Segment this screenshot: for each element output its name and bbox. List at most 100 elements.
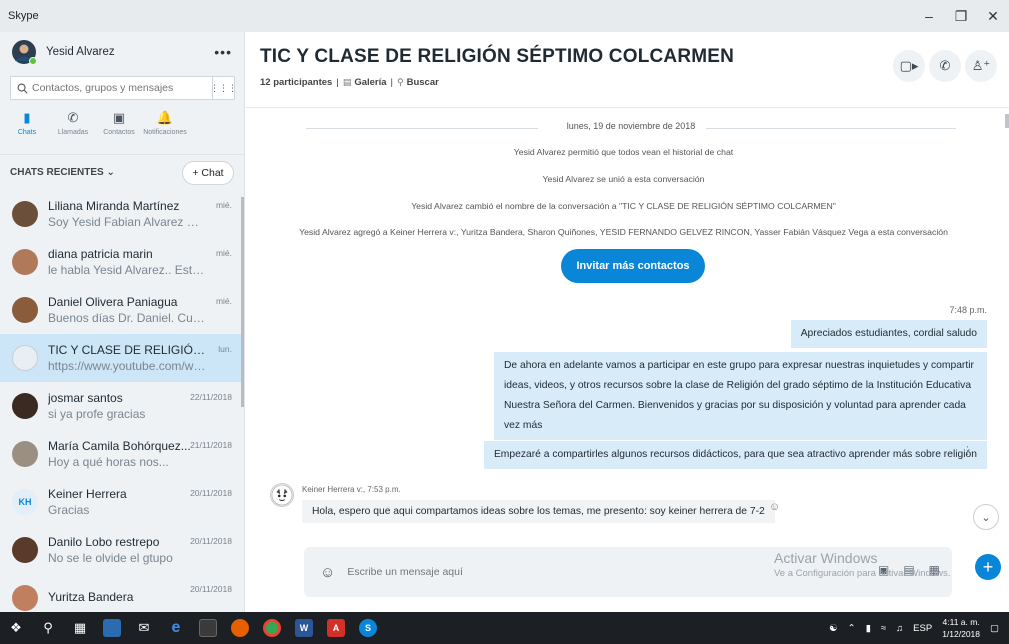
conversation-title[interactable]: TIC Y CLASE DE RELIGIÓN SÉPTIMO COLCARME…: [260, 46, 734, 68]
chat-time: 20/11/2018: [190, 536, 232, 546]
sidebar-scrollbar[interactable]: [241, 197, 244, 407]
emoji-react-icon[interactable]: ☺: [769, 501, 780, 513]
search-conversation-link[interactable]: ⚲ Buscar: [397, 77, 439, 88]
battery-icon[interactable]: ▮: [866, 623, 871, 634]
message-options-icon[interactable]: ⋮: [962, 444, 973, 457]
language-indicator[interactable]: ESP: [913, 623, 932, 634]
add-attachment-button[interactable]: +: [975, 554, 1001, 580]
add-people-button[interactable]: ♙⁺: [965, 50, 997, 82]
chat-name: Yuritza Bandera: [48, 590, 134, 604]
chat-list-item[interactable]: Danilo Lobo restrepo No se le olvide el g…: [0, 526, 244, 574]
watermark-line1: Activar Windows: [774, 550, 878, 566]
keiner-avatar-icon: [270, 483, 294, 507]
message-time: 7:48 p.m.: [949, 305, 987, 315]
task-view-icon[interactable]: ▦: [64, 612, 96, 644]
chat-list-item-active[interactable]: TIC Y CLASE DE RELIGIÓN... https://www.yo…: [0, 334, 244, 382]
mail-icon[interactable]: ✉: [128, 612, 160, 644]
store-icon[interactable]: [192, 612, 224, 644]
profile-area[interactable]: Yesid Alvarez •••: [0, 32, 244, 72]
desktop-icon[interactable]: [96, 612, 128, 644]
outgoing-message[interactable]: Empezaré a compartirles algunos recursos…: [483, 441, 987, 469]
chat-name: Daniel Olivera Paniagua: [48, 295, 178, 309]
participants-link[interactable]: 12 participantes: [260, 77, 332, 88]
avatar: [12, 345, 38, 371]
system-message: Yesid Alvarez permitió que todos vean el…: [513, 147, 734, 157]
chat-list-item[interactable]: diana patricia marin le habla Yesid Alvar…: [0, 238, 244, 286]
outgoing-message[interactable]: De ahora en adelante vamos a participar …: [494, 352, 987, 440]
emoji-icon[interactable]: ☺: [320, 564, 335, 581]
search-row: ⋮⋮⋮: [10, 76, 237, 100]
windows-start-icon[interactable]: ❖: [0, 612, 32, 644]
gallery-link[interactable]: ▤ Galería: [343, 77, 387, 88]
pdf-logo: A: [327, 619, 345, 637]
chat-name: Liliana Miranda Martínez: [48, 199, 180, 213]
clock-date: 1/12/2018: [942, 629, 981, 639]
minimize-button[interactable]: –: [913, 0, 945, 32]
chat-name: Danilo Lobo restrepo: [48, 535, 160, 549]
action-center-icon[interactable]: ▢: [990, 623, 999, 634]
tab-notifications[interactable]: 🔔 Notificaciones: [142, 110, 188, 146]
chat-time: 20/11/2018: [190, 584, 232, 594]
tab-calls-label: Llamadas: [57, 129, 89, 136]
nav-tabs: ▮ Chats ✆ Llamadas ▣ Contactos 🔔 Notific…: [0, 110, 244, 146]
activate-windows-watermark: Activar Windows Ve a Configuración para …: [774, 550, 950, 579]
message-area[interactable]: lunes, 19 de noviembre de 2018 Yesid Alv…: [246, 109, 1001, 537]
tab-chats[interactable]: ▮ Chats: [4, 110, 50, 146]
chat-list-item[interactable]: Daniel Olivera Paniagua Buenos días Dr. D…: [0, 286, 244, 334]
tab-contacts[interactable]: ▣ Contactos: [96, 110, 142, 146]
show-hidden-icons-icon[interactable]: ⌃: [848, 623, 856, 634]
scroll-to-bottom-button[interactable]: ⌄: [973, 504, 999, 530]
outgoing-message[interactable]: Apreciados estudiantes, cordial saludo: [790, 320, 987, 348]
chat-list-item[interactable]: Yuritza Bandera 20/11/2018: [0, 574, 244, 612]
dialpad-icon[interactable]: ⋮⋮⋮: [210, 76, 237, 100]
chat-time: 20/11/2018: [190, 488, 232, 498]
search-input[interactable]: [32, 82, 212, 94]
search-icon[interactable]: ⚲: [32, 612, 64, 644]
volume-icon[interactable]: ♫: [896, 623, 903, 634]
conversation-scrollbar[interactable]: [1005, 114, 1009, 128]
chat-time: mié.: [215, 248, 232, 258]
skype-logo: S: [359, 619, 377, 637]
recent-chats-title[interactable]: CHATS RECIENTES ⌄: [10, 167, 115, 178]
clock-time: 4:11 a. m.: [942, 617, 980, 627]
search-box[interactable]: [10, 76, 213, 100]
chat-list-item[interactable]: María Camila Bohórquez... Hoy a qué horas…: [0, 430, 244, 478]
firefox-icon[interactable]: [224, 612, 256, 644]
new-chat-button[interactable]: + Chat: [182, 161, 234, 185]
more-options-icon[interactable]: •••: [214, 44, 232, 60]
tab-calls[interactable]: ✆ Llamadas: [50, 110, 96, 146]
chat-preview: Soy Yesid Fabian Alvarez Galezo...: [48, 215, 208, 229]
maximize-button[interactable]: ❐: [945, 0, 977, 32]
chat-time: lun.: [218, 344, 232, 354]
plus-icon: +: [982, 556, 994, 577]
audio-call-button[interactable]: ✆: [929, 50, 961, 82]
profile-avatar[interactable]: [12, 40, 37, 65]
incoming-message[interactable]: Hola, espero que aqui compartamos ideas …: [302, 500, 775, 523]
meta-separator: |: [336, 77, 339, 88]
chat-list-item[interactable]: josmar santos si ya profe gracias 22/11/2…: [0, 382, 244, 430]
clock[interactable]: 4:11 a. m. 1/12/2018: [942, 616, 980, 640]
chat-preview: le habla Yesid Alvarez.. Estudian...: [48, 263, 208, 277]
edge-browser-icon[interactable]: e: [160, 612, 192, 644]
window-controls: – ❐ ✕: [913, 0, 1009, 32]
chat-list-item[interactable]: Liliana Miranda Martínez Soy Yesid Fabian…: [0, 190, 244, 238]
people-icon[interactable]: ☯: [829, 623, 838, 634]
chat-list-item[interactable]: KH Keiner Herrera Gracias 20/11/2018: [0, 478, 244, 526]
chat-preview: Buenos días Dr. Daniel. Cuando...: [48, 311, 208, 325]
pdf-reader-icon[interactable]: A: [320, 612, 352, 644]
recent-chats-label: CHATS RECIENTES: [10, 167, 104, 178]
invite-more-contacts-button[interactable]: Invitar más contactos: [561, 249, 705, 283]
video-call-button[interactable]: ▢▸: [893, 50, 925, 82]
message-input[interactable]: [347, 566, 648, 578]
chat-list: Liliana Miranda Martínez Soy Yesid Fabian…: [0, 190, 244, 612]
skype-icon[interactable]: S: [352, 612, 384, 644]
desktop-app-tile: [103, 619, 121, 637]
close-button[interactable]: ✕: [977, 0, 1009, 32]
search-icon: [17, 83, 28, 93]
tab-notifications-label: Notificaciones: [143, 129, 187, 136]
wifi-icon[interactable]: ≈: [881, 623, 886, 634]
chrome-icon[interactable]: [256, 612, 288, 644]
word-icon[interactable]: W: [288, 612, 320, 644]
windows-taskbar: ❖ ⚲ ▦ ✉ e W A S ☯ ⌃ ▮ ≈ ♫ ESP 4:11 a. m.…: [0, 612, 1009, 644]
chat-name: María Camila Bohórquez...: [48, 439, 191, 453]
